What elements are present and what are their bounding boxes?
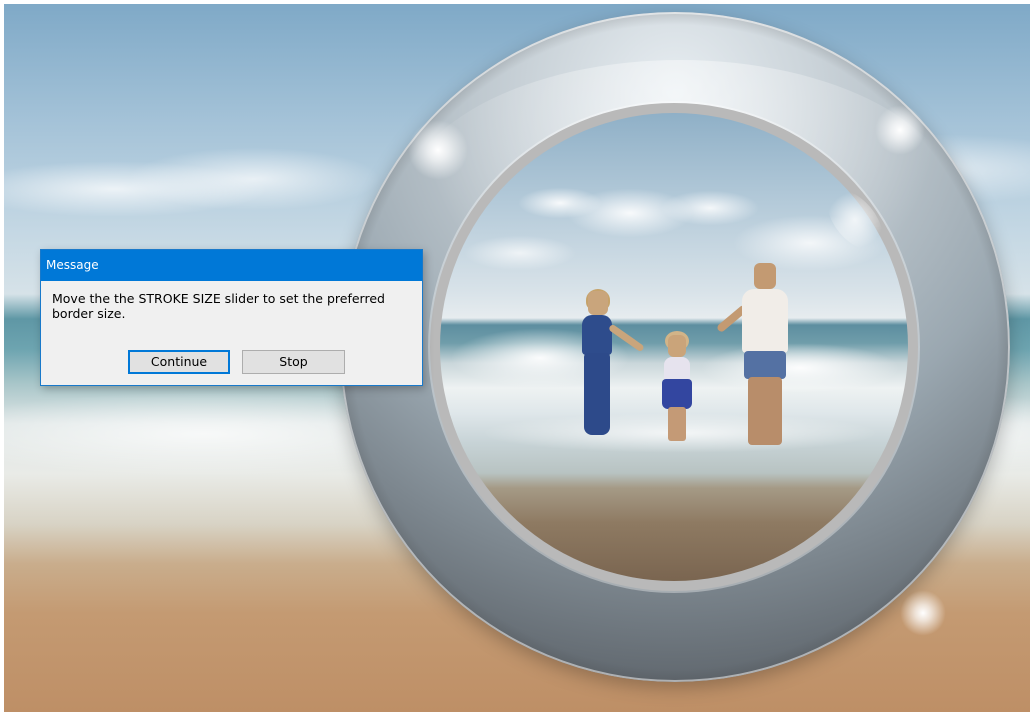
glass-glint (408, 120, 468, 180)
dialog-titlebar[interactable]: Message (41, 250, 422, 281)
man-figure (715, 263, 800, 448)
woman-figure (572, 289, 645, 441)
dialog-title: Message (46, 258, 99, 272)
message-dialog: Message Move the the STROKE SIZE slider … (40, 249, 423, 386)
stop-button[interactable]: Stop (242, 350, 345, 374)
continue-button[interactable]: Continue (128, 350, 230, 374)
girl-figure (658, 331, 698, 443)
glass-glint (875, 105, 925, 155)
dialog-message-text: Move the the STROKE SIZE slider to set t… (52, 291, 385, 321)
family-beach-photo (440, 113, 908, 581)
glass-glint (900, 590, 946, 636)
